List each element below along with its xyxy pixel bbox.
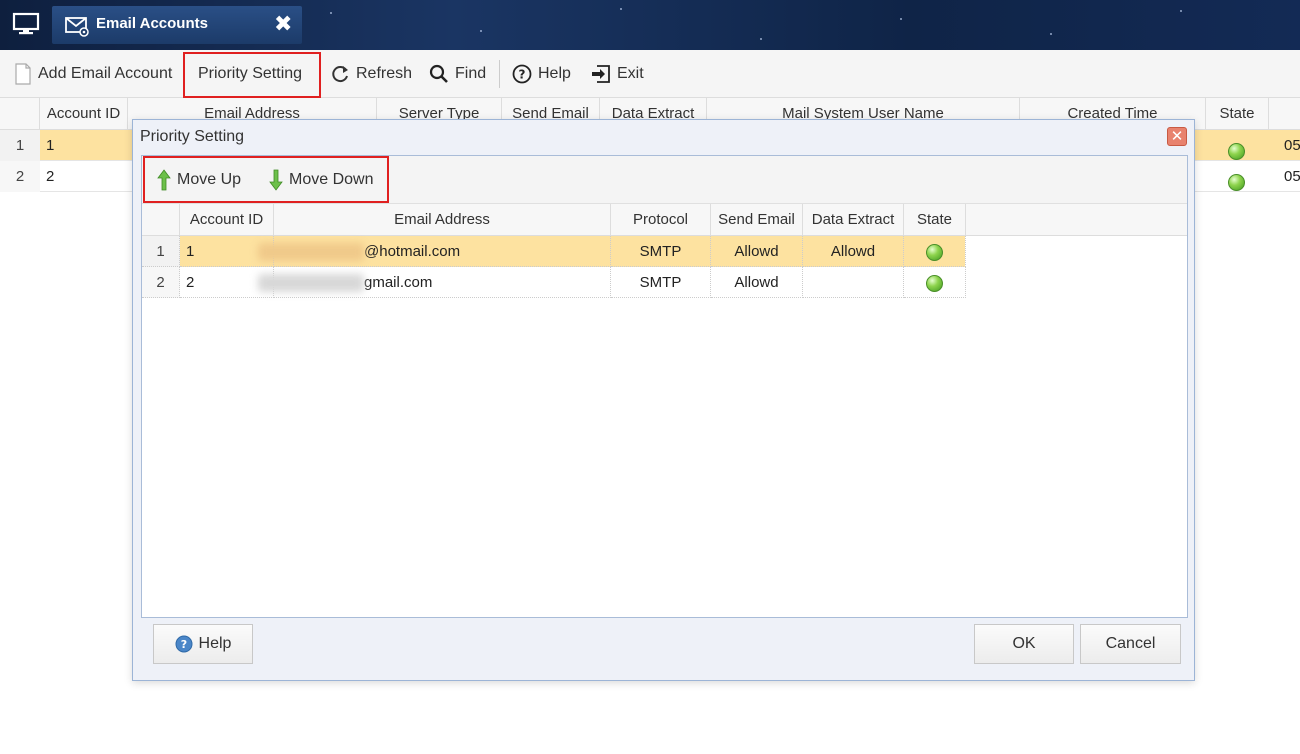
email-address-cell: gmail.com: [258, 267, 611, 298]
background-star: [1050, 33, 1052, 35]
redacted-text: [258, 274, 364, 293]
background-star: [330, 12, 332, 14]
created-time-cell: 05: [1284, 168, 1300, 185]
dialog-footer: ? Help OK Cancel: [133, 618, 1194, 682]
header-state[interactable]: State: [904, 204, 966, 236]
protocol-cell: SMTP: [611, 236, 711, 267]
state-cell: [904, 267, 966, 298]
data-extract-cell: [803, 267, 904, 298]
redacted-text: [258, 243, 364, 262]
row-number: 2: [0, 161, 40, 192]
search-icon: [429, 64, 448, 83]
row-number: 1: [142, 236, 180, 267]
row-number: 2: [142, 267, 180, 298]
header-send-email[interactable]: Send Email: [711, 204, 803, 236]
main-toolbar: Add Email Account Priority Setting Refre…: [0, 50, 1300, 98]
header-account-id[interactable]: Account ID: [40, 98, 128, 130]
send-email-cell: Allowd: [711, 236, 803, 267]
background-star: [900, 18, 902, 20]
background-star: [760, 38, 762, 40]
tab-email-accounts[interactable]: Email Accounts ✖: [52, 6, 302, 44]
table-row[interactable]: 2 2 gmail.com SMTP Allowd: [142, 267, 966, 298]
tab-label: Email Accounts: [96, 15, 208, 32]
created-time-cell: 05: [1284, 137, 1300, 154]
svg-text:?: ?: [519, 68, 526, 82]
email-domain: gmail.com: [364, 274, 433, 291]
state-cell: [1228, 166, 1248, 197]
monitor-icon[interactable]: [12, 12, 40, 36]
add-email-account-label: Add Email Account: [38, 65, 173, 82]
status-ok-icon: [1228, 173, 1245, 191]
row-number: 1: [0, 130, 40, 161]
dialog-toolbar: Move Up Move Down: [142, 156, 1187, 204]
exit-icon: [592, 65, 610, 83]
ok-button[interactable]: OK: [974, 624, 1074, 664]
background-star: [480, 30, 482, 32]
email-domain: @hotmail.com: [364, 243, 461, 260]
header-rownum: [0, 98, 40, 130]
protocol-cell: SMTP: [611, 267, 711, 298]
toolbar-divider: [499, 60, 500, 88]
header-protocol[interactable]: Protocol: [611, 204, 711, 236]
top-tab-bar: Email Accounts ✖: [0, 0, 1300, 50]
refresh-label: Refresh: [356, 65, 413, 82]
header-account-id[interactable]: Account ID: [180, 204, 274, 236]
dialog-body: Move Up Move Down Account ID Email Addre…: [141, 155, 1188, 618]
data-extract-cell: Allowd: [803, 236, 904, 267]
refresh-icon: [332, 66, 348, 83]
exit-button[interactable]: Exit: [591, 50, 644, 98]
help-button[interactable]: ? Help: [512, 50, 571, 98]
add-email-account-button[interactable]: Add Email Account: [14, 50, 172, 98]
priority-setting-dialog: Priority Setting ✕ Move Up Move Down Acc…: [132, 119, 1195, 681]
exit-label: Exit: [617, 65, 644, 82]
cancel-button[interactable]: Cancel: [1080, 624, 1181, 664]
find-button[interactable]: Find: [429, 50, 486, 98]
status-ok-icon: [926, 243, 943, 261]
status-ok-icon: [926, 274, 943, 292]
dialog-grid-header: Account ID Email Address Protocol Send E…: [142, 204, 1187, 236]
background-star: [620, 8, 622, 10]
table-row[interactable]: 1 1 @hotmail.com SMTP Allowd Allowd: [142, 236, 966, 267]
help-label: Help: [538, 65, 571, 82]
state-cell: [904, 236, 966, 267]
svg-text:?: ?: [180, 638, 186, 651]
help-icon: ?: [175, 635, 193, 653]
dialog-help-label: Help: [198, 635, 232, 652]
account-id-cell: 1: [46, 137, 55, 154]
header-state[interactable]: State: [1206, 98, 1269, 130]
header-email-address[interactable]: Email Address: [274, 204, 611, 236]
refresh-button[interactable]: Refresh: [330, 50, 412, 98]
highlight-box: [143, 156, 389, 203]
send-email-cell: Allowd: [711, 267, 803, 298]
tab-close-icon[interactable]: ✖: [274, 13, 292, 35]
background-star: [1180, 10, 1182, 12]
header-rownum: [142, 204, 180, 236]
dialog-close-icon[interactable]: ✕: [1167, 127, 1187, 146]
status-ok-icon: [1228, 142, 1245, 160]
account-id-cell: 2: [46, 168, 55, 185]
find-label: Find: [455, 65, 487, 82]
help-icon: ?: [512, 64, 532, 84]
mail-settings-icon: [65, 17, 89, 37]
dialog-help-button[interactable]: ? Help: [153, 624, 253, 664]
header-data-extract[interactable]: Data Extract: [803, 204, 904, 236]
highlight-box: [183, 52, 321, 98]
dialog-title: Priority Setting: [140, 128, 245, 145]
email-address-cell: @hotmail.com: [258, 236, 611, 267]
new-document-icon: [15, 63, 31, 85]
